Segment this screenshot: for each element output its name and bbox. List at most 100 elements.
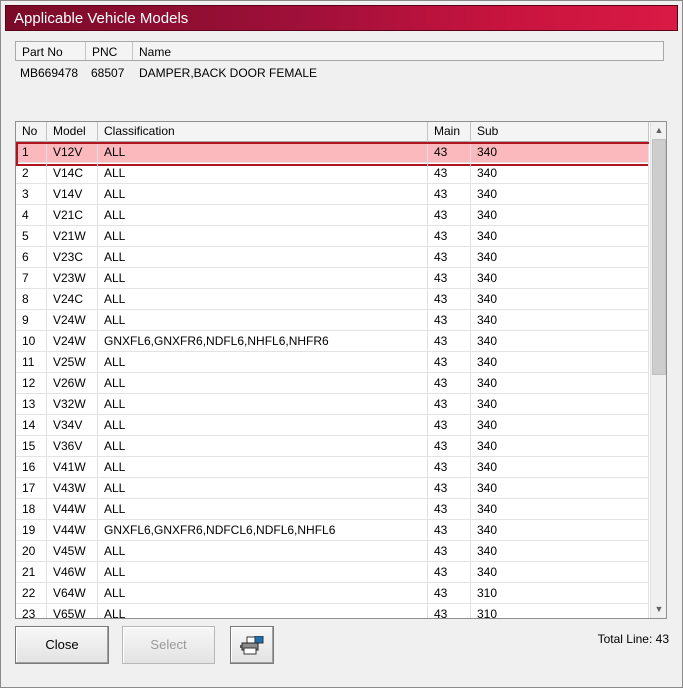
no-cell: 12: [16, 373, 47, 393]
no-cell: 11: [16, 352, 47, 372]
main-column-header[interactable]: Main: [428, 122, 471, 142]
table-row[interactable]: 9 V24W ALL 43 340: [16, 310, 649, 331]
no-cell: 14: [16, 415, 47, 435]
table-row[interactable]: 2 V14C ALL 43 340: [16, 163, 649, 184]
total-line-count: Total Line: 43: [597, 632, 669, 646]
scroll-down-arrow-icon[interactable]: ▼: [651, 601, 666, 618]
table-row[interactable]: 20 V45W ALL 43 340: [16, 541, 649, 562]
no-cell: 2: [16, 163, 47, 183]
classification-cell: ALL: [98, 583, 428, 603]
no-cell: 5: [16, 226, 47, 246]
window-title: Applicable Vehicle Models: [14, 10, 189, 27]
no-cell: 1: [16, 142, 47, 162]
table-row-selected[interactable]: 1 V12V ALL 43 340: [16, 142, 649, 166]
model-cell: V25W: [47, 352, 98, 372]
vehicle-models-grid: No Model Classification Main Sub 1 V12V AL…: [15, 121, 667, 619]
table-row[interactable]: 6 V23C ALL 43 340: [16, 247, 649, 268]
table-row[interactable]: 18 V44W ALL 43 340: [16, 499, 649, 520]
table-row[interactable]: 14 V34V ALL 43 340: [16, 415, 649, 436]
pnc-value: 68507: [91, 66, 125, 80]
main-cell: 43: [428, 478, 471, 498]
main-cell: 43: [428, 205, 471, 225]
main-cell: 43: [428, 499, 471, 519]
sub-cell: 340: [471, 415, 649, 435]
no-cell: 3: [16, 184, 47, 204]
model-cell: V46W: [47, 562, 98, 582]
table-row[interactable]: 15 V36V ALL 43 340: [16, 436, 649, 457]
table-row[interactable]: 12 V26W ALL 43 340: [16, 373, 649, 394]
table-row[interactable]: 22 V64W ALL 43 310: [16, 583, 649, 604]
table-row[interactable]: 16 V41W ALL 43 340: [16, 457, 649, 478]
sub-cell: 340: [471, 394, 649, 414]
no-cell: 20: [16, 541, 47, 561]
table-row[interactable]: 13 V32W ALL 43 340: [16, 394, 649, 415]
close-button[interactable]: Close: [15, 626, 109, 664]
model-cell: V32W: [47, 394, 98, 414]
classification-cell: ALL: [98, 184, 428, 204]
main-cell: 43: [428, 583, 471, 603]
classification-cell: ALL: [98, 394, 428, 414]
model-cell: V23C: [47, 247, 98, 267]
model-column-header[interactable]: Model: [47, 122, 98, 142]
table-row[interactable]: 8 V24C ALL 43 340: [16, 289, 649, 310]
model-cell: V14V: [47, 184, 98, 204]
part-info-panel: Part No PNC Name MB669478 68507 DAMPER,B…: [15, 41, 666, 119]
main-cell: 43: [428, 142, 471, 162]
main-cell: 43: [428, 331, 471, 351]
sub-cell: 340: [471, 226, 649, 246]
table-row[interactable]: 17 V43W ALL 43 340: [16, 478, 649, 499]
scrollbar-thumb[interactable]: [652, 139, 666, 375]
table-row[interactable]: 11 V25W ALL 43 340: [16, 352, 649, 373]
main-cell: 43: [428, 247, 471, 267]
model-cell: V43W: [47, 478, 98, 498]
sub-cell: 340: [471, 268, 649, 288]
part-header-row: Part No PNC Name: [15, 41, 664, 61]
classification-column-header[interactable]: Classification: [98, 122, 428, 142]
main-cell: 43: [428, 184, 471, 204]
printer-icon: [240, 635, 264, 655]
table-row[interactable]: 4 V21C ALL 43 340: [16, 205, 649, 226]
classification-cell: ALL: [98, 310, 428, 330]
table-row[interactable]: 21 V46W ALL 43 340: [16, 562, 649, 583]
table-row[interactable]: 3 V14V ALL 43 340: [16, 184, 649, 205]
pnc-header: PNC: [92, 45, 118, 59]
no-column-header[interactable]: No: [16, 122, 47, 142]
table-row[interactable]: 5 V21W ALL 43 340: [16, 226, 649, 247]
table-row[interactable]: 19 V44W GNXFL6,GNXFR6,NDFCL6,NDFL6,NHFL6 43…: [16, 520, 649, 541]
select-button[interactable]: Select: [122, 626, 215, 664]
model-cell: V24W: [47, 331, 98, 351]
vertical-scrollbar[interactable]: ▲ ▼: [650, 122, 666, 618]
scroll-up-arrow-icon[interactable]: ▲: [651, 122, 666, 139]
name-header: Name: [139, 45, 172, 59]
print-button[interactable]: [230, 626, 274, 664]
classification-cell: GNXFL6,GNXFR6,NDFCL6,NDFL6,NHFL6: [98, 520, 428, 540]
main-cell: 43: [428, 415, 471, 435]
column-separator: [85, 42, 86, 60]
sub-cell: 340: [471, 499, 649, 519]
main-cell: 43: [428, 604, 471, 618]
model-cell: V64W: [47, 583, 98, 603]
sub-column-header[interactable]: Sub: [471, 122, 649, 142]
table-row[interactable]: 7 V23W ALL 43 340: [16, 268, 649, 289]
main-cell: 43: [428, 352, 471, 372]
sub-cell: 340: [471, 331, 649, 351]
no-cell: 4: [16, 205, 47, 225]
model-cell: V12V: [47, 142, 98, 162]
no-cell: 15: [16, 436, 47, 456]
no-cell: 17: [16, 478, 47, 498]
classification-cell: ALL: [98, 163, 428, 183]
main-cell: 43: [428, 268, 471, 288]
sub-cell: 340: [471, 373, 649, 393]
main-cell: 43: [428, 562, 471, 582]
sub-cell: 340: [471, 205, 649, 225]
table-row[interactable]: 23 V65W ALL 43 310: [16, 604, 649, 618]
classification-cell: ALL: [98, 352, 428, 372]
title-bar[interactable]: Applicable Vehicle Models: [5, 5, 678, 31]
sub-cell: 340: [471, 310, 649, 330]
model-cell: V21C: [47, 205, 98, 225]
classification-cell: ALL: [98, 436, 428, 456]
sub-cell: 340: [471, 562, 649, 582]
table-row[interactable]: 10 V24W GNXFL6,GNXFR6,NDFL6,NHFL6,NHFR6 43 3…: [16, 331, 649, 352]
no-cell: 7: [16, 268, 47, 288]
sub-cell: 340: [471, 520, 649, 540]
